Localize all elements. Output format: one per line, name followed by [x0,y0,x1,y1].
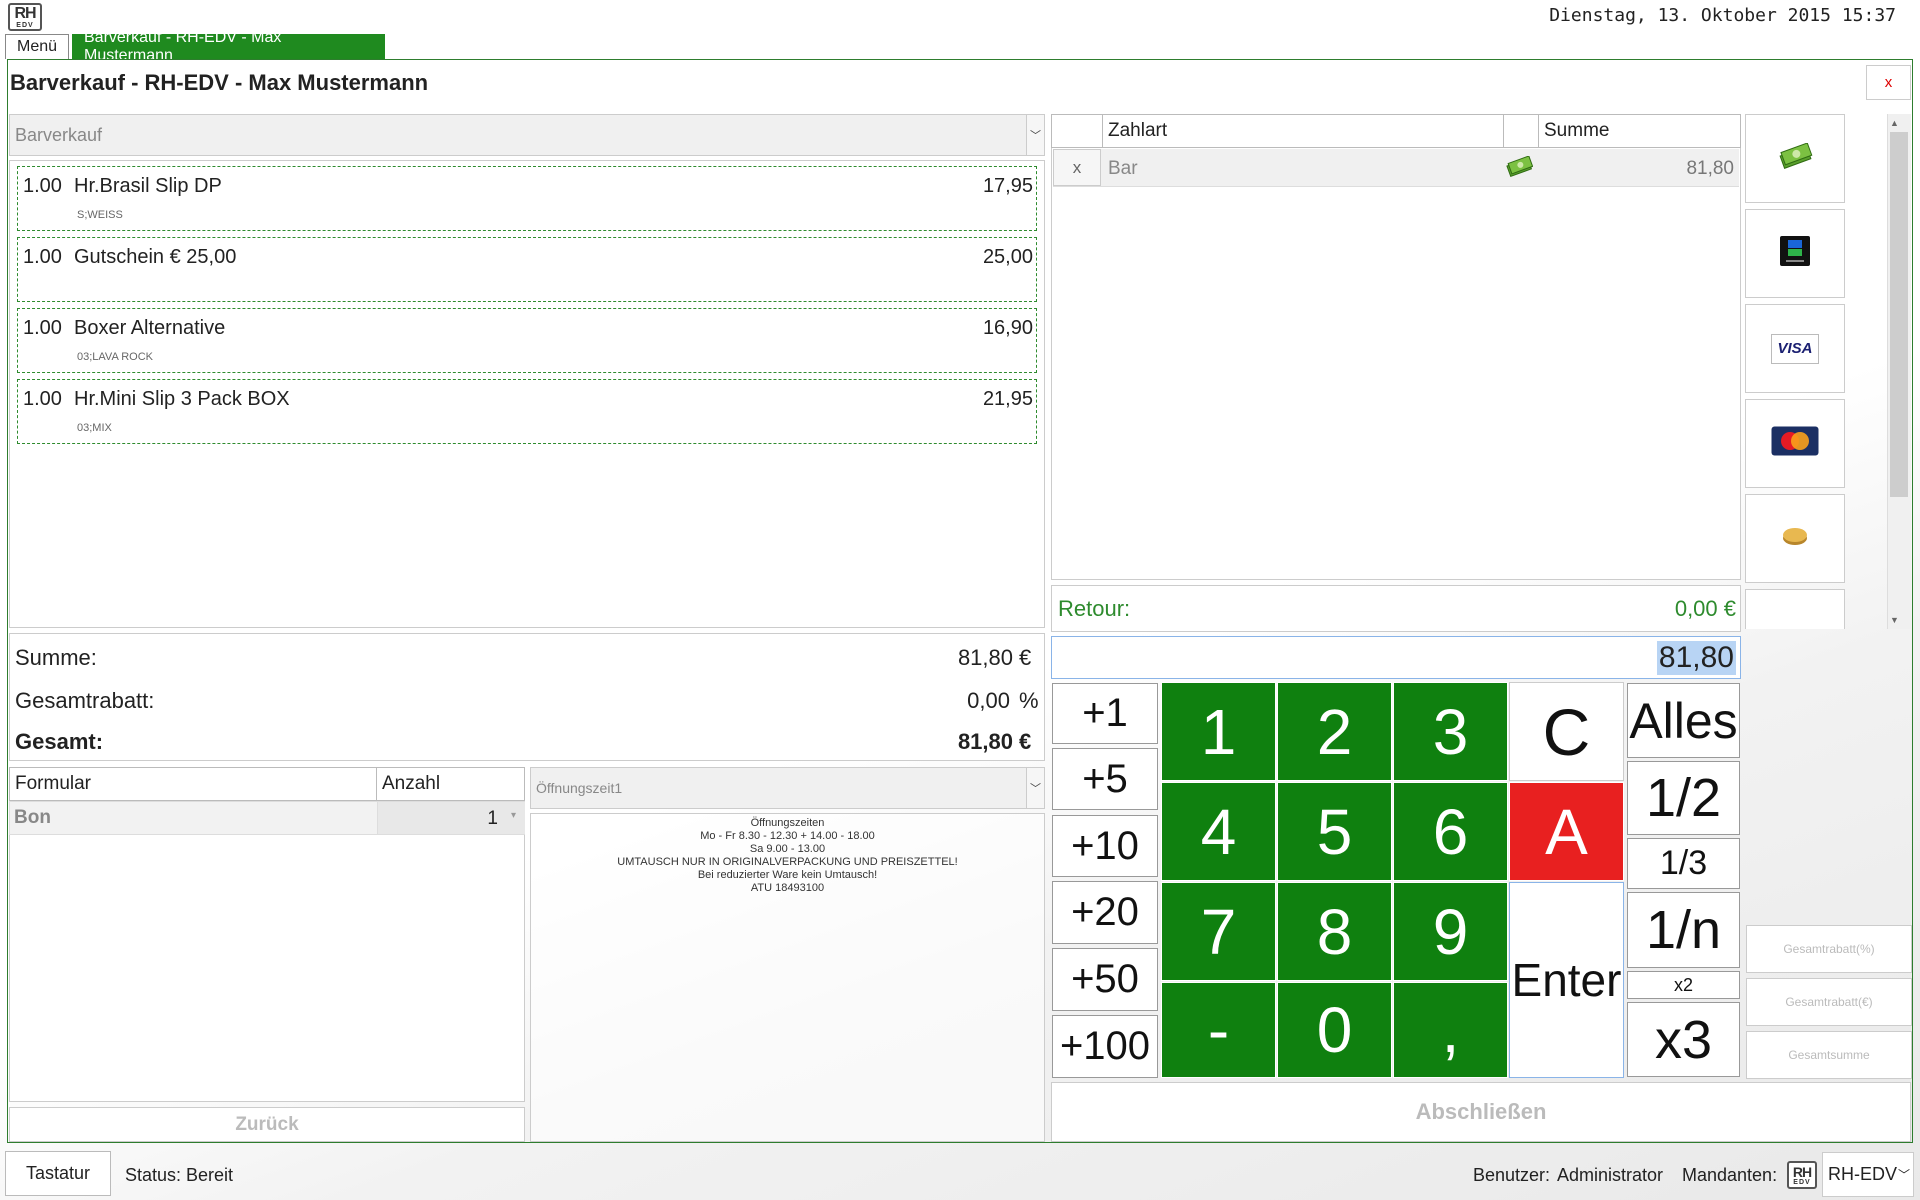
user-label: Benutzer: [1473,1165,1551,1185]
client-logo: RH EDV [1787,1161,1817,1189]
datetime: Dienstag, 13. Oktober 2015 15:37 [1549,5,1896,26]
scrollbar[interactable]: ▲ ▼ [1887,114,1911,629]
plus-20-button[interactable]: +20 [1052,881,1158,944]
digit-2-button[interactable]: 2 [1277,682,1392,781]
column-header-icon [1503,114,1539,148]
nth-button[interactable]: 1/n [1627,892,1740,968]
retour-label: Retour: [1058,596,1131,621]
payment-cash-button[interactable] [1745,114,1845,203]
chevron-up-icon[interactable]: ▲ [1890,118,1899,128]
tab-menu[interactable]: Menü [5,34,69,59]
chevron-down-icon[interactable]: ▼ [1890,615,1899,625]
summe-unit: € [1019,645,1032,670]
remove-payment-button[interactable]: x [1053,149,1101,186]
status-text: Status: Bereit [125,1165,234,1185]
list-item[interactable]: 1.00 Gutschein € 25,00 25,00 [17,237,1037,302]
retour-panel [1051,585,1741,632]
summe-label: Summe: [15,645,97,670]
amount-input[interactable]: 81,80 [1051,636,1741,679]
chevron-down-icon: ﹀ [1026,115,1044,155]
gesamtsumme-button[interactable]: Gesamtsumme [1746,1031,1912,1079]
list-item[interactable]: 1.00 Hr.Brasil Slip DP 17,95 S;WEISS [17,166,1037,231]
payment-visa-button[interactable]: VISA [1745,304,1845,393]
receipt-text-select[interactable]: Öffnungszeit1 ﹀ [530,767,1045,809]
comma-button[interactable]: , [1393,982,1508,1078]
digit-9-button[interactable]: 9 [1393,882,1508,981]
table-row[interactable]: Bon 1 ▾ [9,801,525,835]
payment-more-button[interactable] [1745,589,1845,629]
chevron-down-icon: ﹀ [1897,1168,1910,1182]
gesamt-label: Gesamt: [15,729,104,754]
chevron-down-icon: ﹀ [1026,768,1044,808]
back-button[interactable]: Zurück [9,1107,525,1142]
minus-button[interactable]: - [1161,982,1276,1078]
table-row[interactable]: x Bar 81,80 [1053,149,1739,187]
close-button[interactable]: x [1866,65,1911,100]
count-stepper[interactable] [377,802,525,834]
digit-1-button[interactable]: 1 [1161,682,1276,781]
payment-bankomat-button[interactable] [1745,209,1845,298]
column-header-formular[interactable]: Formular [9,767,377,801]
client-label: Mandanten: [1682,1165,1778,1185]
tab-barverkauf[interactable]: Barverkauf - RH-EDV - Max Mustermann [72,29,385,64]
plus-5-button[interactable]: +5 [1052,748,1158,810]
gesamtrabatt-euro-button[interactable]: Gesamtrabatt(€) [1746,978,1912,1026]
gesamtrabatt-label: Gesamtrabatt: [15,688,155,713]
retour-value: 0,00 € [1674,596,1736,621]
page-title: Barverkauf - RH-EDV - Max Mustermann [10,70,429,95]
client-select[interactable]: RH-EDV ﹀ [1822,1152,1914,1197]
bankomat-card-icon [1779,235,1811,272]
cash-icon [1505,155,1534,178]
chevron-down-icon: ▾ [510,810,516,821]
a-button[interactable]: A [1509,782,1624,881]
digit-8-button[interactable]: 8 [1277,882,1392,981]
payment-mastercard-button[interactable] [1745,399,1845,488]
digit-0-button[interactable]: 0 [1277,982,1392,1078]
scrollbar-thumb[interactable] [1890,132,1908,497]
x3-button[interactable]: x3 [1627,1002,1740,1077]
half-button[interactable]: 1/2 [1627,761,1740,835]
gesamt-unit: € [1019,729,1032,754]
finish-button[interactable]: Abschließen [1051,1082,1911,1142]
sale-type-select[interactable]: Barverkauf ﹀ [9,114,1045,156]
plus-50-button[interactable]: +50 [1052,948,1158,1011]
plus-100-button[interactable]: +100 [1052,1015,1158,1078]
list-item[interactable]: 1.00 Boxer Alternative 16,90 03;LAVA ROC… [17,308,1037,373]
cash-icon [1777,142,1813,174]
digit-7-button[interactable]: 7 [1161,882,1276,981]
digit-3-button[interactable]: 3 [1393,682,1508,781]
digit-6-button[interactable]: 6 [1393,782,1508,881]
gesamtrabatt-percent-button[interactable]: Gesamtrabatt(%) [1746,925,1912,973]
keyboard-button[interactable]: Tastatur [5,1151,111,1196]
x2-button[interactable]: x2 [1627,971,1740,999]
gesamt-value: 81,80 [957,729,1013,754]
coin-icon [1780,525,1810,552]
mastercard-icon [1771,426,1819,461]
app-logo: RH EDV [8,3,42,31]
digit-5-button[interactable]: 5 [1277,782,1392,881]
list-item[interactable]: 1.00 Hr.Mini Slip 3 Pack BOX 21,95 03;MI… [17,379,1037,444]
plus-10-button[interactable]: +10 [1052,815,1158,877]
receipt-preview: Öffnungszeiten Mo - Fr 8.30 - 12.30 + 14… [530,813,1045,1142]
summe-value: 81,80 [957,645,1013,670]
payment-coin-button[interactable] [1745,494,1845,583]
gesamtrabatt-unit: % [1019,688,1039,713]
clear-button[interactable]: C [1509,682,1624,781]
column-header-anzahl[interactable]: Anzahl [376,767,525,801]
visa-card-icon: VISA [1771,333,1819,364]
third-button[interactable]: 1/3 [1627,838,1740,889]
user-name: Administrator [1557,1165,1664,1185]
enter-button[interactable]: Enter [1509,882,1624,1078]
digit-4-button[interactable]: 4 [1161,782,1276,881]
column-header-summe[interactable]: Summe [1538,114,1741,148]
column-header-remove [1051,114,1103,148]
alles-button[interactable]: Alles [1627,683,1740,758]
totals-panel [9,633,1045,761]
plus-1-button[interactable]: +1 [1052,683,1158,744]
column-header-zahlart[interactable]: Zahlart [1102,114,1504,148]
gesamtrabatt-value: 0,00 [967,688,1010,713]
